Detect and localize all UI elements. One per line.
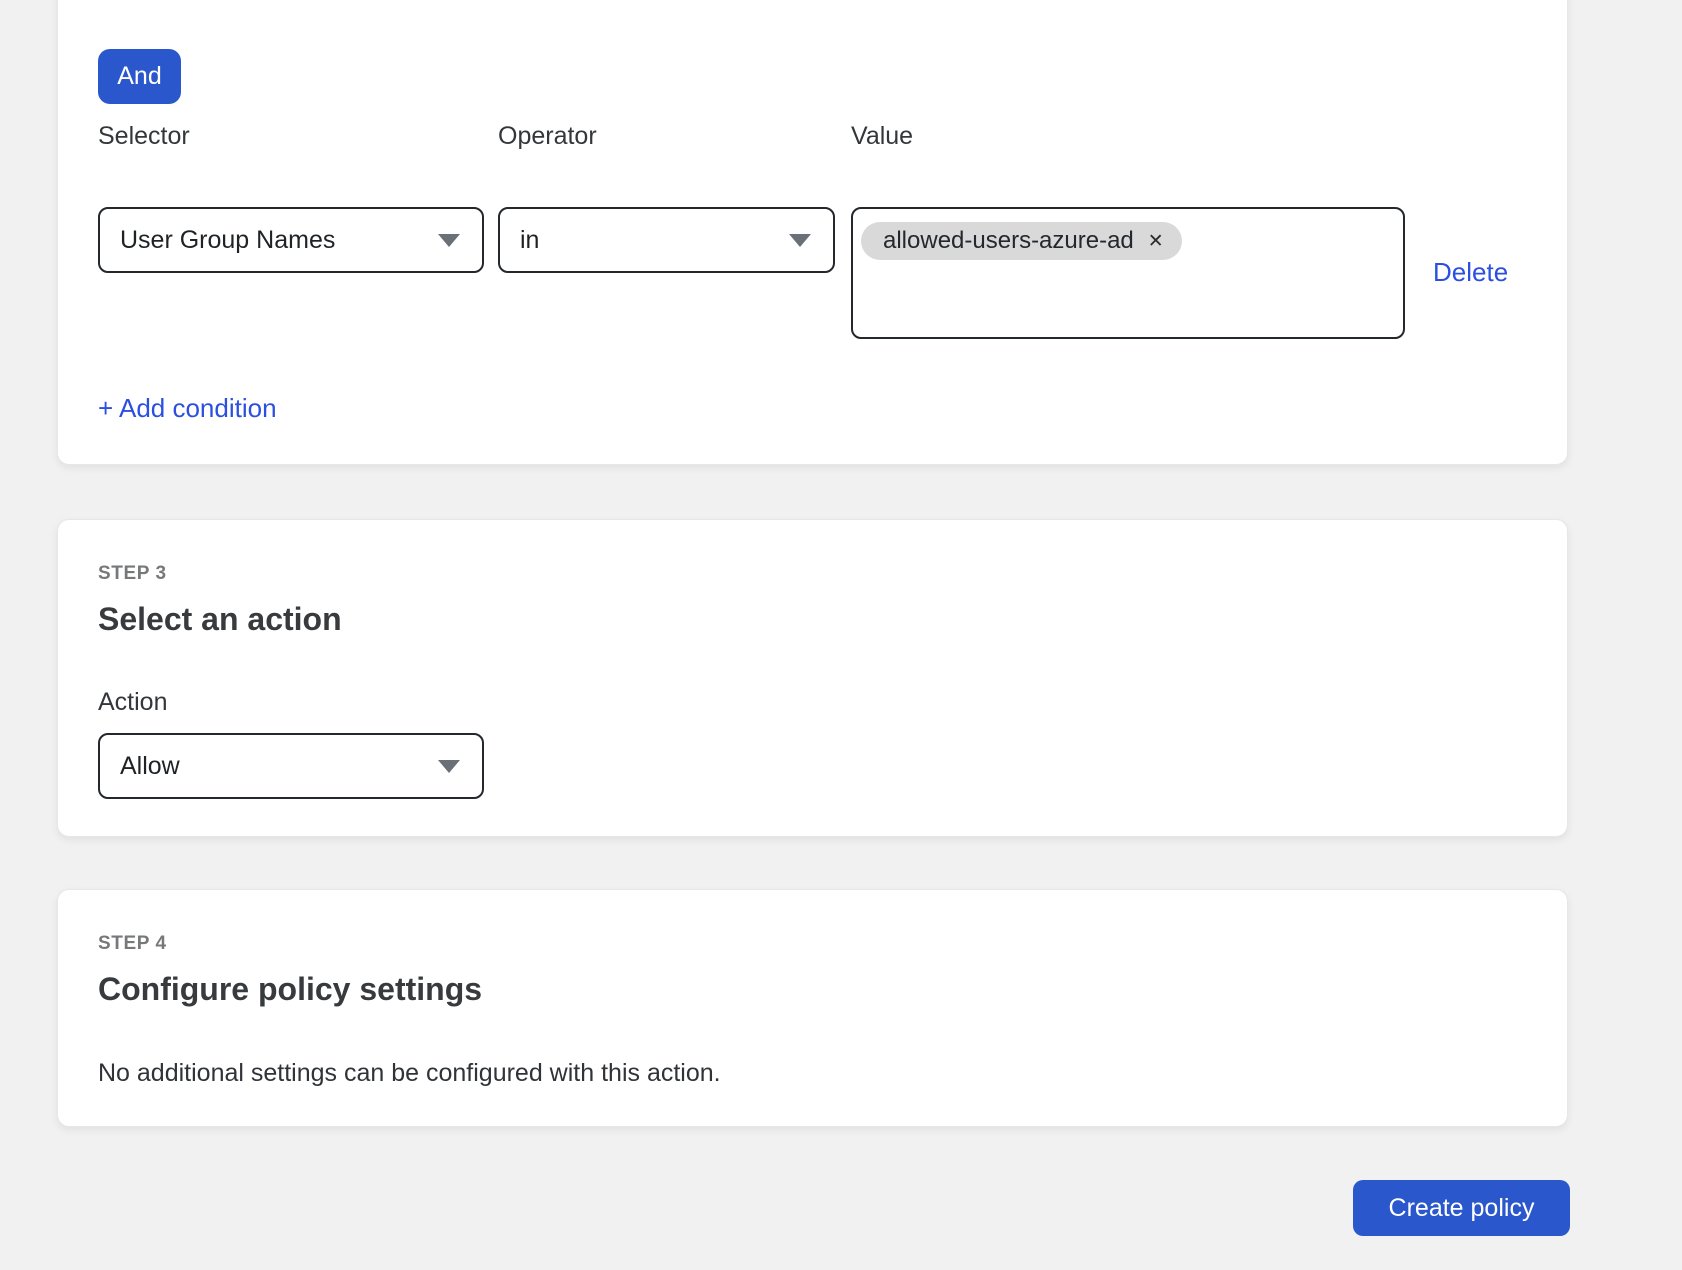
chevron-down-icon <box>438 760 460 773</box>
value-tag-label: allowed-users-azure-ad <box>883 227 1134 255</box>
value-tag: allowed-users-azure-ad ✕ <box>861 222 1182 260</box>
add-condition-link[interactable]: + Add condition <box>98 393 277 423</box>
selector-dropdown[interactable]: User Group Names <box>98 207 484 273</box>
chevron-down-icon <box>438 234 460 247</box>
selector-dropdown-value: User Group Names <box>120 226 335 255</box>
step4-label: STEP 4 <box>98 933 167 955</box>
condition-builder-card: And Selector Operator Value User Group N… <box>57 0 1568 465</box>
value-tag-input[interactable]: allowed-users-azure-ad ✕ <box>851 207 1405 339</box>
settings-description-text: No additional settings can be configured… <box>98 1057 721 1089</box>
step4-title: Configure policy settings <box>98 969 482 1009</box>
selector-label: Selector <box>98 121 190 151</box>
operator-dropdown-value: in <box>520 226 539 255</box>
action-label: Action <box>98 687 167 717</box>
action-dropdown-value: Allow <box>120 752 180 781</box>
remove-tag-icon[interactable]: ✕ <box>1148 232 1164 251</box>
step3-label: STEP 3 <box>98 563 167 585</box>
operator-dropdown[interactable]: in <box>498 207 835 273</box>
step3-title: Select an action <box>98 599 342 639</box>
create-policy-button[interactable]: Create policy <box>1353 1180 1570 1236</box>
value-label: Value <box>851 121 913 151</box>
step3-card: STEP 3 Select an action Action Allow <box>57 519 1568 837</box>
chevron-down-icon <box>789 234 811 247</box>
step4-card: STEP 4 Configure policy settings No addi… <box>57 889 1568 1127</box>
and-operator-button[interactable]: And <box>98 49 181 104</box>
action-dropdown[interactable]: Allow <box>98 733 484 799</box>
operator-label: Operator <box>498 121 597 151</box>
delete-condition-link[interactable]: Delete <box>1433 257 1508 287</box>
